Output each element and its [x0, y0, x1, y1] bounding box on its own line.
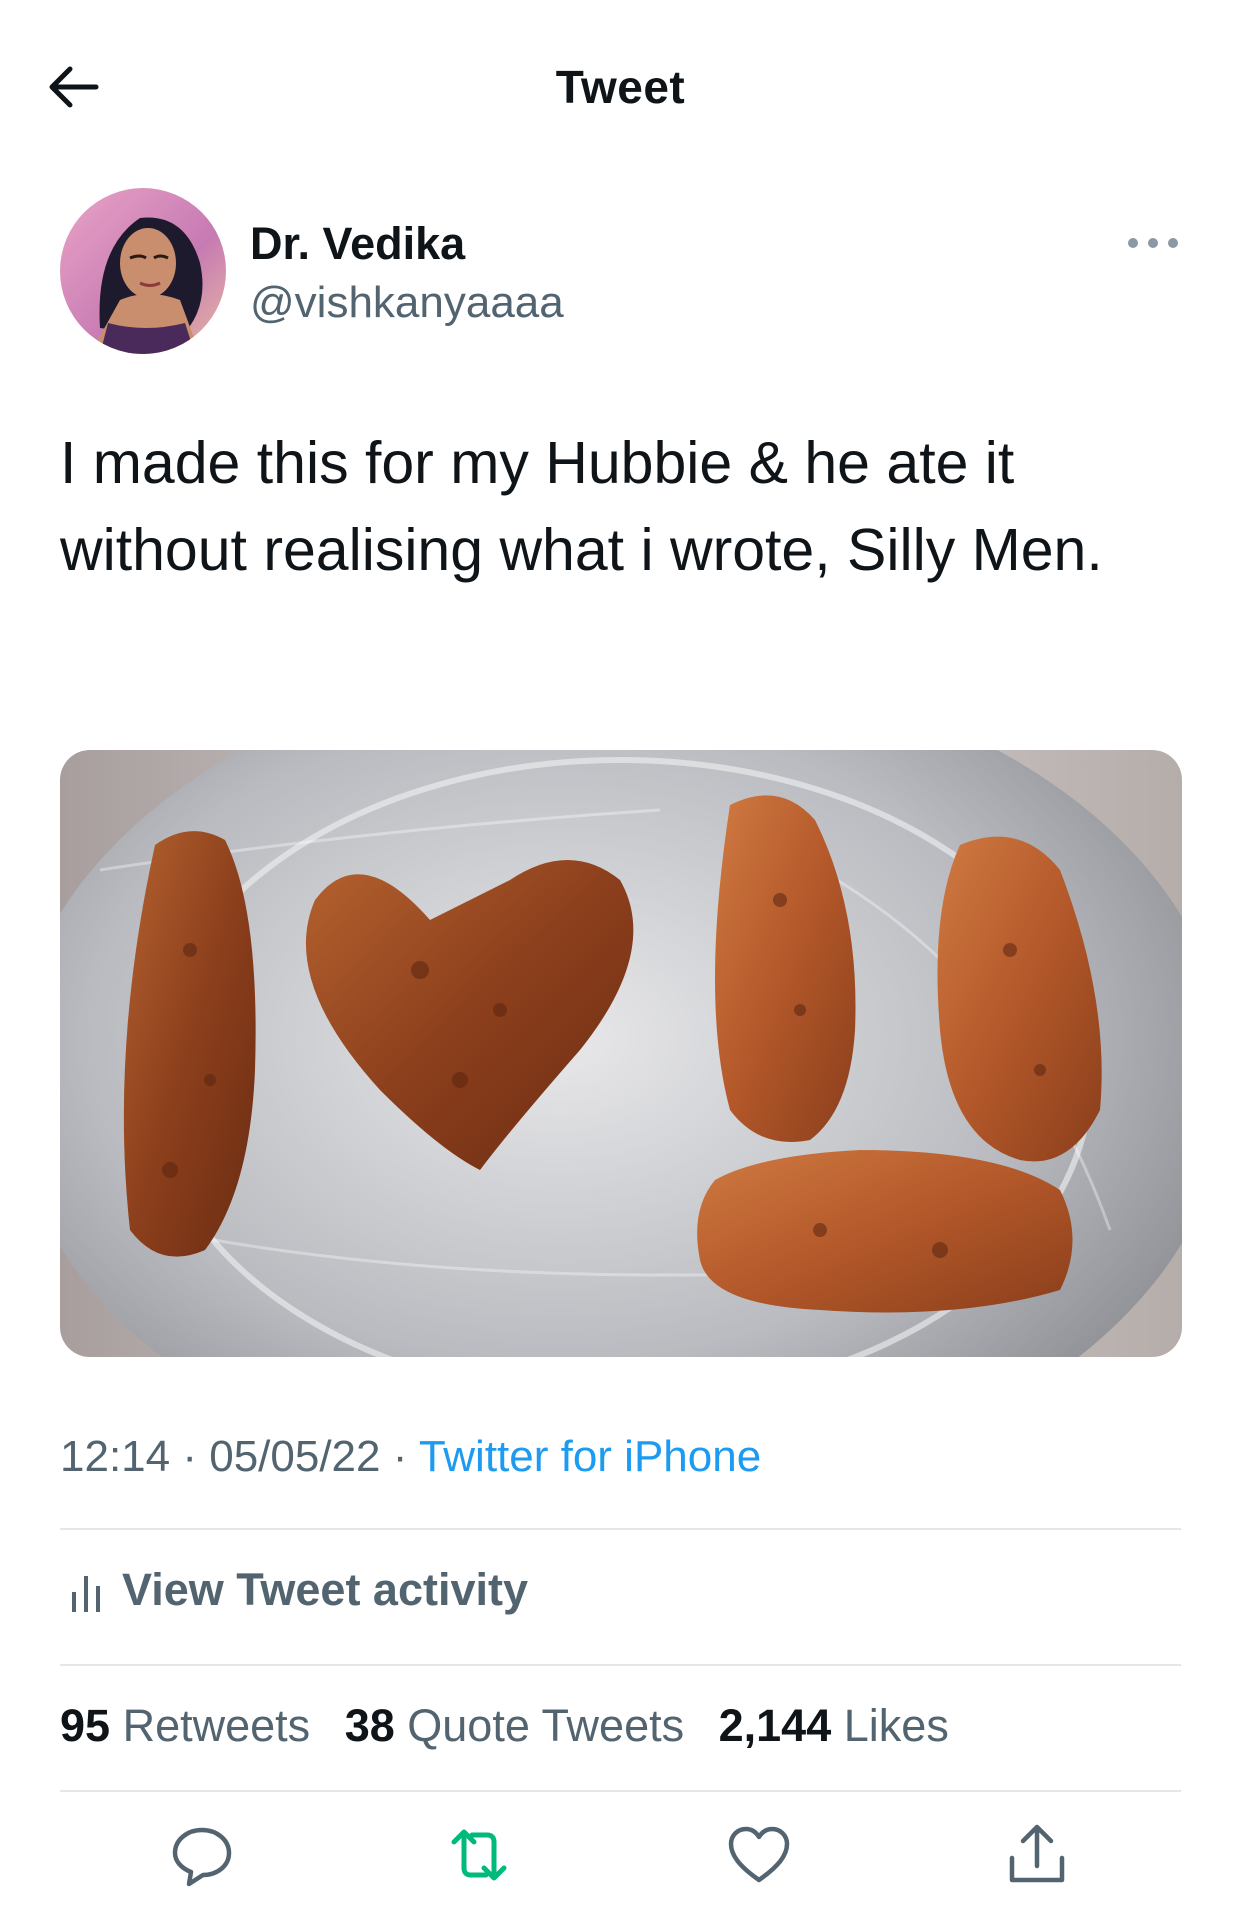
reply-button[interactable] — [167, 1820, 237, 1890]
user-handle[interactable]: @vishkanyaaaa — [250, 278, 564, 328]
meta-separator: · — [170, 1432, 210, 1481]
tweet-date: 05/05/22 — [209, 1432, 381, 1481]
page-title: Tweet — [555, 61, 686, 113]
header-bar: Tweet — [0, 0, 1241, 175]
divider — [60, 1528, 1181, 1530]
stat-count: 95 — [60, 1700, 111, 1751]
like-button[interactable] — [724, 1820, 794, 1890]
activity-label: View Tweet activity — [122, 1564, 529, 1615]
tweet-author: Dr. Vedika @vishkanyaaaa — [60, 188, 1181, 358]
display-name[interactable]: Dr. Vedika — [250, 218, 465, 270]
retweets-stat[interactable]: 95 Retweets — [60, 1700, 310, 1752]
stat-label: Retweets — [122, 1700, 311, 1751]
tweet-text: I made this for my Hubbie & he ate it wi… — [60, 430, 1103, 583]
more-button[interactable] — [1125, 228, 1181, 258]
likes-stat[interactable]: 2,144 Likes — [719, 1700, 949, 1752]
stat-count: 38 — [344, 1700, 395, 1751]
tweet-time: 12:14 — [60, 1432, 171, 1481]
tweet-source-link[interactable]: Twitter for iPhone — [419, 1432, 761, 1481]
share-icon — [1009, 1824, 1065, 1883]
stat-count: 2,144 — [718, 1700, 832, 1751]
food-photo — [60, 750, 1182, 1357]
bar-chart-icon — [72, 1576, 100, 1612]
quote-tweets-stat[interactable]: 38 Quote Tweets — [345, 1700, 684, 1752]
heart-icon — [728, 1826, 790, 1883]
share-button[interactable] — [1002, 1820, 1072, 1890]
avatar[interactable] — [60, 188, 226, 354]
retweet-button[interactable] — [444, 1820, 514, 1890]
divider — [60, 1790, 1181, 1792]
more-horizontal-icon — [1128, 238, 1178, 248]
divider — [60, 1664, 1181, 1666]
meta-separator: · — [380, 1432, 419, 1481]
avatar-image — [60, 188, 226, 354]
retweet-icon — [451, 1829, 507, 1881]
stat-label: Likes — [843, 1700, 949, 1751]
tweet-meta: 12:14 · 05/05/22 · Twitter for iPhone — [60, 1432, 761, 1482]
tweet-actions — [0, 1820, 1241, 1900]
stat-label: Quote Tweets — [407, 1700, 685, 1751]
reply-icon — [172, 1827, 232, 1887]
tweet-stats: 95 Retweets 38 Quote Tweets 2,144 Likes — [60, 1700, 971, 1752]
tweet-image[interactable] — [60, 750, 1182, 1357]
